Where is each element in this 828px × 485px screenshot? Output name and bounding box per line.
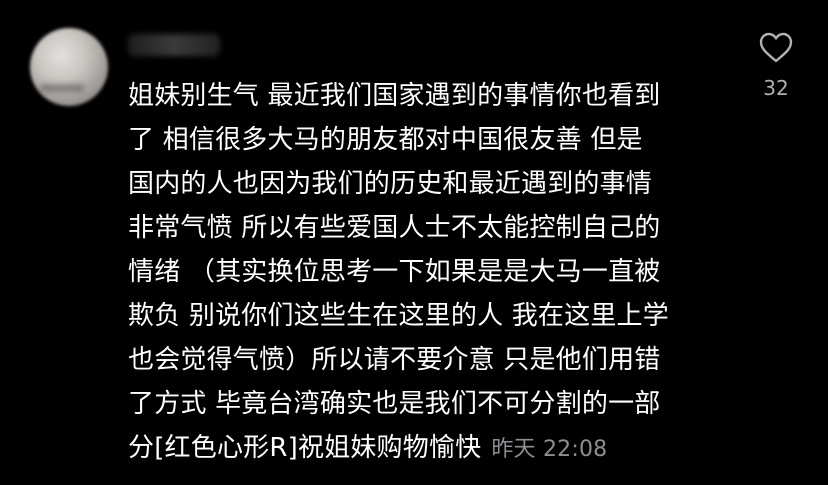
comment-line: 情绪 （其实换位思考一下如果是是大马一直被 (128, 257, 661, 287)
comment-line: 姐妹别生气 最近我们国家遇到的事情你也看到 (128, 81, 661, 111)
heart-outline-icon[interactable] (759, 32, 793, 64)
like-button[interactable]: 32 (756, 32, 796, 100)
comment-line: 了方式 毕竟台湾确实也是我们不可分割的一部 (128, 389, 661, 419)
comment-line: 分[红色心形R]祝姐妹购物愉快 (128, 433, 482, 463)
comment-line: 国内的人也因为我们的历史和最近遇到的事情 (128, 169, 653, 199)
avatar[interactable] (30, 28, 108, 106)
like-count: 32 (763, 76, 789, 100)
comment-line: 也会觉得气愤）所以请不要介意 只是他们用错 (128, 345, 661, 375)
comment-line: 非常气愤 所以有些爱国人士不太能控制自己的 (128, 213, 661, 243)
comment-timestamp: 昨天 22:08 (491, 437, 608, 462)
comment-line: 欺负 别说你们这些生在这里的人 我在这里上学 (128, 301, 669, 331)
username-blurred[interactable] (128, 34, 220, 56)
comment-text: 姐妹别生气 最近我们国家遇到的事情你也看到 了 相信很多大马的朋友都对中国很友善… (128, 74, 718, 472)
comment-line: 了 相信很多大马的朋友都对中国很友善 但是 (128, 125, 643, 155)
comment-last-line: 分[红色心形R]祝姐妹购物愉快 昨天 22:08 (128, 426, 718, 472)
